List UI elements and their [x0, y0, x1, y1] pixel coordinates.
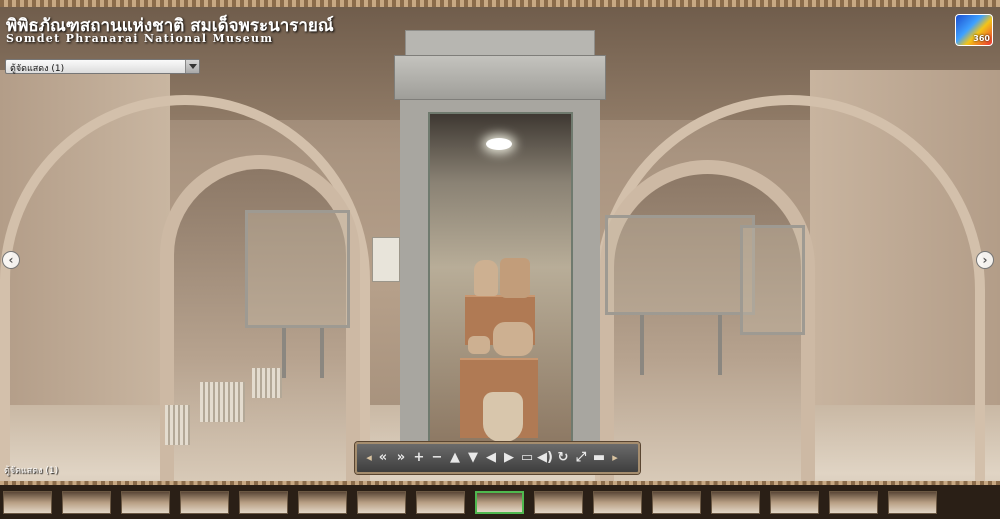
rewind-icon[interactable]: «	[375, 448, 391, 468]
previous-scene-button[interactable]: ‹	[2, 251, 20, 269]
fullscreen-icon[interactable]: ⤢	[573, 448, 589, 468]
scene-thumbnail[interactable]	[829, 490, 878, 514]
scene-thumbnail[interactable]	[770, 490, 819, 514]
fast-forward-icon[interactable]: »	[393, 448, 409, 468]
display-case-left	[245, 210, 350, 328]
scene-thumbnail[interactable]	[180, 490, 229, 514]
viewer-control-bar: ◂ « » + − ▲ ▼ ◀ ▶ ▭ ◀) ↻ ⤢ ▬ ▸	[355, 442, 640, 474]
sound-icon[interactable]: ◀)	[537, 448, 553, 468]
scene-thumbnail-strip	[0, 481, 1000, 519]
decorative-top-border	[0, 0, 1000, 7]
scene-dropdown-value: ตู้จัดแสดง (1)	[10, 64, 65, 74]
scene-thumbnail[interactable]	[239, 490, 288, 514]
pan-left-icon[interactable]: ◀	[483, 448, 499, 468]
scene-thumbnail[interactable]	[121, 490, 170, 514]
hotspot-toggle-icon[interactable]: ▭	[519, 448, 535, 468]
wall-vent	[252, 368, 282, 398]
scene-thumbnail[interactable]	[62, 490, 111, 514]
wall-vent	[200, 382, 245, 422]
scene-thumbnail[interactable]	[357, 490, 406, 514]
case-leg	[282, 328, 286, 378]
ceiling-light	[486, 138, 512, 150]
scene-thumbnail[interactable]	[534, 490, 583, 514]
scene-thumbnail[interactable]	[652, 490, 701, 514]
zoom-in-icon[interactable]: +	[411, 448, 427, 468]
zoom-out-icon[interactable]: −	[429, 448, 445, 468]
control-bar-left-cap-icon: ◂	[366, 451, 372, 464]
tour-logo[interactable]: 360	[955, 14, 993, 46]
small-artifact	[468, 336, 490, 354]
scene-thumbnail[interactable]	[475, 490, 524, 514]
logo-text: 360	[973, 34, 990, 43]
museum-title-english: Somdet Phranarai National Museum	[6, 32, 274, 45]
buddha-relief	[474, 260, 498, 296]
autorotate-icon[interactable]: ↻	[555, 448, 571, 468]
stone-fragment	[493, 322, 533, 356]
pan-right-icon[interactable]: ▶	[501, 448, 517, 468]
scene-thumbnail[interactable]	[416, 490, 465, 514]
control-bar-right-cap-icon: ▸	[612, 451, 618, 464]
info-sign	[372, 237, 400, 282]
wall-vent	[165, 405, 190, 445]
pan-down-icon[interactable]: ▼	[465, 448, 481, 468]
ceramic-jar	[483, 392, 523, 442]
next-scene-button[interactable]: ›	[976, 251, 994, 269]
vitrine-header	[394, 55, 606, 100]
chevron-down-icon[interactable]	[185, 60, 199, 73]
scene-thumbnail[interactable]	[593, 490, 642, 514]
minimize-icon[interactable]: ▬	[591, 448, 607, 468]
display-case-right	[605, 215, 755, 315]
scene-thumbnail[interactable]	[711, 490, 760, 514]
case-leg	[640, 315, 644, 375]
stone-carving	[500, 258, 530, 298]
scene-thumbnail[interactable]	[888, 490, 937, 514]
scene-thumbnail[interactable]	[3, 490, 52, 514]
scene-thumbnail[interactable]	[298, 490, 347, 514]
case-leg	[320, 328, 324, 378]
case-leg	[718, 315, 722, 375]
display-case-far-right	[740, 225, 805, 335]
pan-up-icon[interactable]: ▲	[447, 448, 463, 468]
current-scene-label: ตู้จัดแสดง (1)	[4, 466, 59, 476]
scene-dropdown[interactable]: ตู้จัดแสดง (1)	[5, 59, 200, 74]
vitrine-top	[405, 30, 595, 58]
